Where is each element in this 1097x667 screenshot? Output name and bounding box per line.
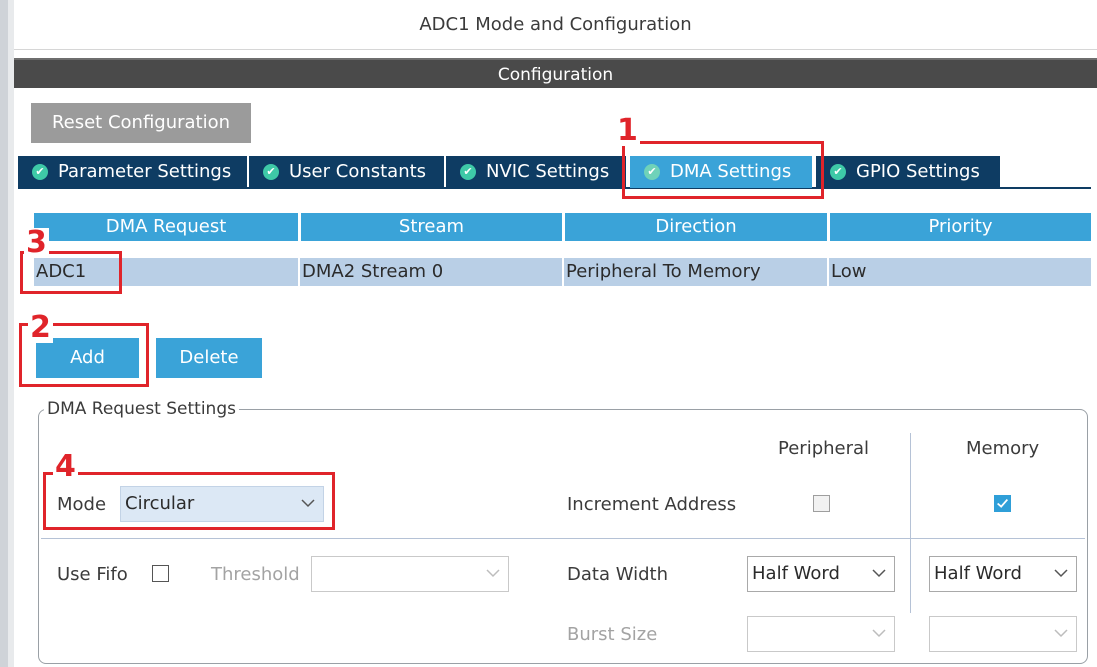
- tab-gpio-settings[interactable]: ✔ GPIO Settings: [816, 156, 1000, 188]
- configuration-header: Configuration: [14, 58, 1097, 88]
- check-circle-icon: ✔: [830, 164, 846, 180]
- tab-label: GPIO Settings: [856, 161, 980, 182]
- annotation-number-2: 2: [28, 310, 53, 345]
- column-header-stream[interactable]: Stream: [301, 213, 562, 241]
- threshold-label: Threshold: [211, 564, 300, 585]
- tab-nvic-settings[interactable]: ✔ NVIC Settings: [446, 156, 626, 188]
- checkmark-icon: [997, 498, 1009, 508]
- tab-parameter-settings[interactable]: ✔ Parameter Settings: [18, 156, 247, 188]
- data-width-memory-value: Half Word: [934, 563, 1022, 584]
- reset-configuration-button[interactable]: Reset Configuration: [31, 103, 251, 143]
- chevron-down-icon: [872, 629, 886, 638]
- annotation-box-mode: [43, 472, 335, 530]
- increment-memory-checkbox[interactable]: [994, 495, 1011, 512]
- tab-user-constants[interactable]: ✔ User Constants: [249, 156, 444, 188]
- check-circle-icon: ✔: [263, 164, 279, 180]
- check-circle-icon: ✔: [460, 164, 476, 180]
- cell-direction: Peripheral To Memory: [566, 261, 761, 282]
- chevron-down-icon: [1054, 629, 1068, 638]
- column-header-direction[interactable]: Direction: [565, 213, 827, 241]
- annotation-number-3: 3: [24, 225, 49, 260]
- increment-address-label: Increment Address: [567, 494, 737, 515]
- column-header-priority[interactable]: Priority: [830, 213, 1091, 241]
- burst-size-memory-select[interactable]: [929, 616, 1077, 652]
- data-width-peripheral-select[interactable]: Half Word: [747, 556, 895, 592]
- data-width-peripheral-value: Half Word: [752, 563, 840, 584]
- tab-label: Parameter Settings: [58, 161, 232, 182]
- data-width-label: Data Width: [567, 564, 668, 585]
- data-width-memory-select[interactable]: Half Word: [929, 556, 1077, 592]
- tab-label: NVIC Settings: [486, 161, 610, 182]
- left-panel-edge-inner: [8, 0, 14, 667]
- row-divider: [41, 538, 1085, 539]
- burst-size-peripheral-select[interactable]: [747, 616, 895, 652]
- tab-label: User Constants: [289, 161, 427, 182]
- column-header-dma-request[interactable]: DMA Request: [34, 213, 298, 241]
- increment-peripheral-checkbox[interactable]: [813, 495, 830, 512]
- peripheral-column-header: Peripheral: [778, 438, 870, 459]
- window-title: ADC1 Mode and Configuration: [14, 0, 1097, 50]
- use-fifo-label: Use Fifo: [57, 564, 128, 585]
- annotation-number-1: 1: [615, 113, 640, 148]
- chevron-down-icon: [486, 569, 500, 578]
- use-fifo-checkbox[interactable]: [152, 565, 169, 582]
- chevron-down-icon: [872, 569, 886, 578]
- annotation-box-dma-tab: [622, 141, 824, 199]
- cell-priority: Low: [831, 261, 867, 282]
- threshold-select[interactable]: [311, 556, 509, 592]
- column-divider: [910, 433, 911, 613]
- cell-stream: DMA2 Stream 0: [302, 261, 444, 282]
- chevron-down-icon: [1054, 569, 1068, 578]
- memory-column-header: Memory: [966, 438, 1040, 459]
- group-legend: DMA Request Settings: [44, 399, 239, 419]
- delete-button[interactable]: Delete: [156, 338, 262, 378]
- annotation-number-4: 4: [53, 449, 78, 484]
- burst-size-label: Burst Size: [567, 624, 658, 645]
- check-circle-icon: ✔: [32, 164, 48, 180]
